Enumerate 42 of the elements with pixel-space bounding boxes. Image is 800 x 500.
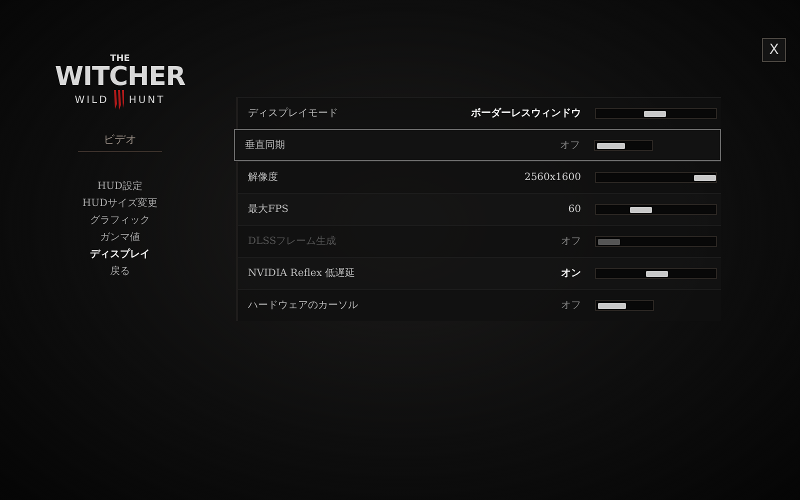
setting-row[interactable]: 垂直同期 オフ	[234, 129, 721, 161]
setting-value: ボーダーレスウィンドウ	[471, 106, 581, 121]
setting-value: 2560x1600	[524, 171, 581, 185]
setting-label: 解像度	[248, 170, 279, 185]
setting-row[interactable]: ディスプレイモード ボーダーレスウィンドウ	[238, 97, 721, 129]
menu-item[interactable]: ディスプレイ	[90, 246, 150, 262]
setting-label: 垂直同期	[245, 138, 286, 152]
menu-item[interactable]: HUD設定	[97, 178, 143, 194]
section-title: ビデオ	[78, 132, 162, 152]
setting-label: ハードウェアのカーソル	[248, 299, 359, 313]
setting-row[interactable]: ハードウェアのカーソル オフ	[238, 289, 721, 321]
setting-label: ディスプレイモード	[248, 106, 339, 121]
setting-label: 最大FPS	[248, 202, 290, 217]
setting-value: 60	[568, 203, 581, 217]
setting-value: オン	[561, 267, 581, 281]
setting-row[interactable]: NVIDIA Reflex 低遅延 オン	[238, 257, 721, 289]
setting-label: DLSSフレーム生成	[248, 234, 338, 249]
slider-track[interactable]	[595, 172, 717, 183]
close-button[interactable]: X	[762, 38, 786, 62]
setting-value: オフ	[561, 299, 581, 313]
menu-item[interactable]: ガンマ値	[100, 228, 140, 246]
setting-row[interactable]: 最大FPS 60	[238, 193, 721, 225]
slider-thumb[interactable]	[644, 111, 666, 117]
slider-track[interactable]	[595, 108, 717, 119]
setting-value: オフ	[560, 138, 580, 152]
slider-thumb[interactable]	[646, 271, 668, 277]
slider-thumb[interactable]	[597, 142, 625, 148]
setting-value: オフ	[561, 235, 581, 249]
menu-item[interactable]: 戻る	[110, 262, 130, 280]
slider-track[interactable]	[595, 204, 717, 215]
slider-track[interactable]	[594, 140, 653, 150]
slider-thumb[interactable]	[630, 207, 652, 213]
slider-track[interactable]	[595, 268, 717, 279]
setting-label: NVIDIA Reflex 低遅延	[248, 267, 356, 281]
slider-track[interactable]	[595, 300, 654, 311]
claw-marks-icon	[112, 90, 126, 110]
setting-row[interactable]: 解像度 2560x1600	[238, 161, 721, 193]
slider-thumb[interactable]	[694, 175, 716, 181]
slider-thumb[interactable]	[598, 303, 626, 309]
game-logo: THE WITCHER WILD HUNT	[50, 55, 190, 120]
menu-item[interactable]: HUDサイズ変更	[82, 194, 158, 212]
menu-item[interactable]: グラフィック	[90, 212, 150, 228]
